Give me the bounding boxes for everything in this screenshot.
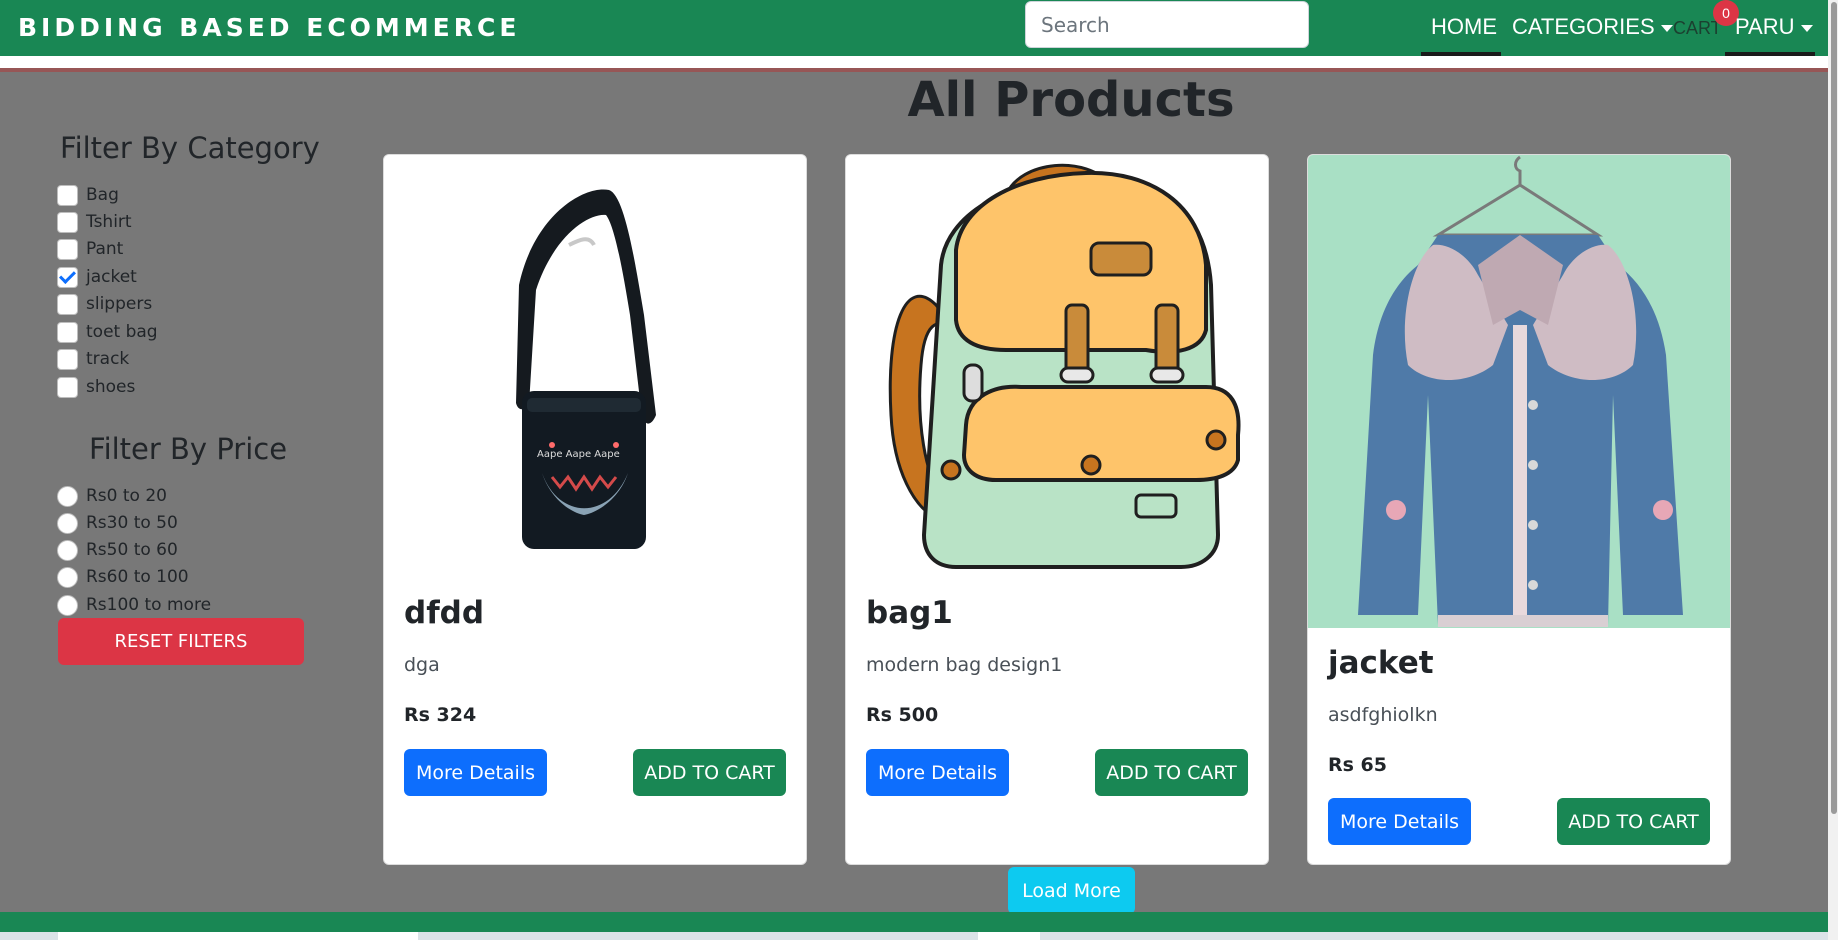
price-filter-0-20[interactable]: Rs0 to 20 (57, 483, 167, 509)
nav-categories-dropdown[interactable]: CATEGORIES (1512, 14, 1673, 40)
chevron-down-icon (1660, 24, 1673, 32)
product-price: Rs 500 (866, 704, 939, 726)
user-menu-indicator (1725, 52, 1815, 56)
search-input[interactable] (1025, 1, 1309, 48)
category-filter-slippers[interactable]: slippers (57, 291, 152, 317)
nav-home-active-indicator (1421, 52, 1501, 56)
category-filter-tshirt[interactable]: Tshirt (57, 209, 132, 235)
price-radio[interactable] (57, 485, 78, 507)
nav-categories-label: CATEGORIES (1512, 14, 1655, 39)
more-details-button[interactable]: More Details (866, 749, 1009, 796)
backpack-image (846, 155, 1268, 575)
reset-filters-button[interactable]: RESET FILTERS (58, 618, 304, 665)
category-checkbox[interactable] (57, 321, 78, 343)
category-filter-toet-bag[interactable]: toet bag (57, 319, 158, 345)
add-to-cart-button[interactable]: ADD TO CART (1095, 749, 1248, 796)
add-to-cart-button[interactable]: ADD TO CART (1557, 798, 1710, 845)
svg-text:Aape Aape Aape: Aape Aape Aape (537, 449, 620, 460)
price-label: Rs50 to 60 (86, 540, 178, 560)
category-filter-shoes[interactable]: shoes (57, 374, 135, 400)
category-checkbox[interactable] (57, 293, 78, 315)
more-details-button[interactable]: More Details (404, 749, 547, 796)
add-to-cart-button[interactable]: ADD TO CART (633, 749, 786, 796)
category-filter-jacket[interactable]: jacket (57, 264, 137, 290)
more-details-button[interactable]: More Details (1328, 798, 1471, 845)
page-title: All Products (907, 72, 1235, 128)
price-filter-30-50[interactable]: Rs30 to 50 (57, 510, 178, 536)
category-label: Pant (86, 239, 124, 259)
category-checkbox[interactable] (57, 238, 78, 260)
product-description: modern bag design1 (866, 654, 1063, 676)
price-filter-heading: Filter By Price (89, 432, 288, 466)
category-label: track (86, 349, 130, 369)
price-filter-100-more[interactable]: Rs100 to more (57, 592, 211, 618)
product-description: dga (404, 654, 440, 676)
category-filter-bag[interactable]: Bag (57, 182, 119, 208)
price-label: Rs60 to 100 (86, 567, 189, 587)
category-label: toet bag (86, 322, 158, 342)
price-label: Rs30 to 50 (86, 513, 178, 533)
product-price: Rs 324 (404, 704, 477, 726)
price-radio[interactable] (57, 594, 78, 616)
category-checkbox[interactable] (57, 211, 78, 233)
product-card: bag1 modern bag design1 Rs 500 More Deta… (845, 154, 1269, 865)
denim-jacket-image (1308, 155, 1730, 628)
category-checkbox[interactable] (57, 348, 78, 370)
category-label: jacket (86, 267, 137, 287)
product-price: Rs 65 (1328, 754, 1387, 776)
category-checkbox[interactable] (57, 184, 78, 206)
category-filter-heading: Filter By Category (60, 131, 320, 165)
footer-badge-area (978, 932, 1040, 940)
price-label: Rs0 to 20 (86, 486, 167, 506)
navbar-underline (0, 56, 1828, 68)
shoulder-bag-image: Aape Aape Aape (384, 155, 806, 575)
footer-bar (0, 912, 1828, 932)
category-checkbox[interactable] (57, 376, 78, 398)
load-more-button[interactable]: Load More (1008, 867, 1135, 914)
category-checkbox-checked[interactable] (57, 266, 78, 288)
price-radio[interactable] (57, 539, 78, 561)
category-label: Bag (86, 185, 119, 205)
category-label: Tshirt (86, 212, 132, 232)
product-description: asdfghiolkn (1328, 704, 1438, 726)
price-filter-60-100[interactable]: Rs60 to 100 (57, 564, 189, 590)
category-filter-track[interactable]: track (57, 346, 129, 372)
category-label: slippers (86, 294, 153, 314)
price-filter-50-60[interactable]: Rs50 to 60 (57, 537, 178, 563)
price-label: Rs100 to more (86, 595, 212, 615)
nav-home-link[interactable]: HOME (1431, 14, 1497, 40)
product-card: Aape Aape Aape dfdd dga Rs 324 More Deta… (383, 154, 807, 865)
product-name[interactable]: dfdd (404, 595, 484, 631)
nav-cart-link[interactable]: CART (1673, 18, 1722, 39)
product-name[interactable]: jacket (1328, 645, 1434, 681)
footer-logo-area (58, 932, 418, 940)
user-menu-dropdown[interactable]: PARU (1735, 14, 1813, 40)
product-name[interactable]: bag1 (866, 595, 953, 631)
brand-logo-text[interactable]: BIDDING BASED ECOMMERCE (18, 13, 520, 42)
user-name-label: PARU (1735, 14, 1795, 39)
price-radio[interactable] (57, 512, 78, 534)
product-card: jacket asdfghiolkn Rs 65 More Details AD… (1307, 154, 1731, 865)
category-label: shoes (86, 377, 136, 397)
price-radio[interactable] (57, 566, 78, 588)
chevron-down-icon (1800, 24, 1813, 32)
category-filter-pant[interactable]: Pant (57, 236, 123, 262)
